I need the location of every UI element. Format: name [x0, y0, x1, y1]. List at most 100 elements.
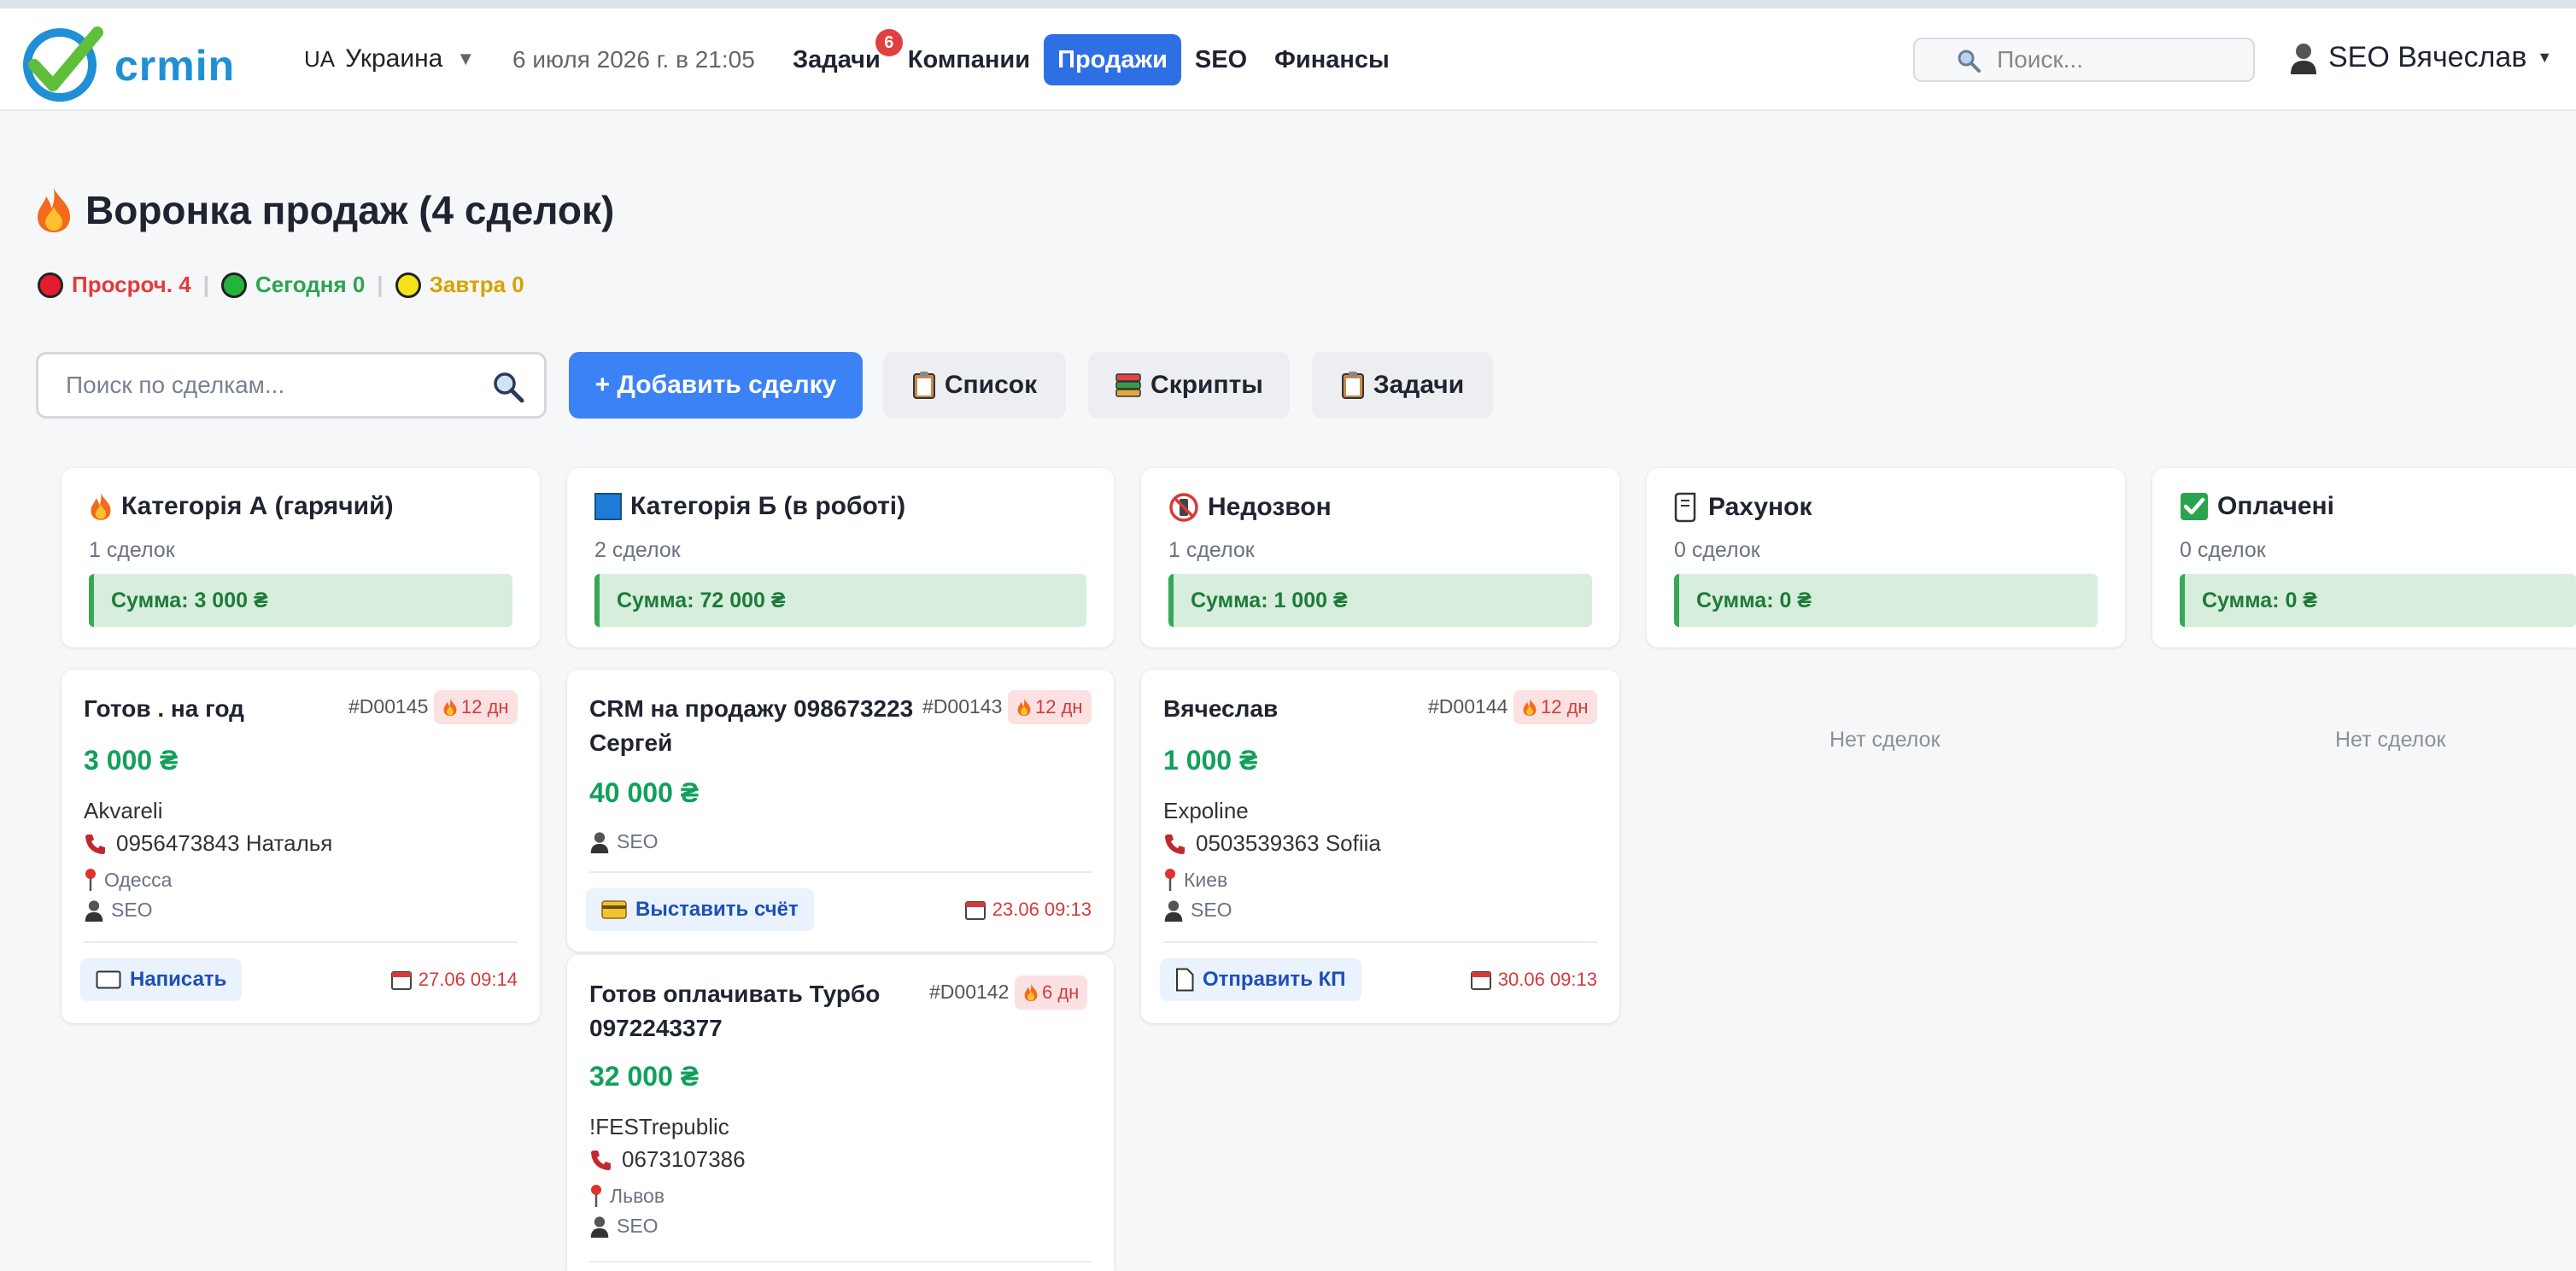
- column-title-text: Недозвон: [1208, 493, 1332, 521]
- deal-stats: Просроч. 4 | Сегодня 0 | Завтра 0: [38, 272, 524, 298]
- deal-card-d00143[interactable]: CRM на продажу 098673223 Сергей #D00143 …: [567, 670, 1114, 952]
- empty-column-message: Нет сделок: [1830, 728, 1941, 752]
- deal-company: Akvareli: [84, 798, 163, 823]
- phone-icon: [591, 1150, 611, 1170]
- nav-finance[interactable]: Финансы: [1261, 34, 1403, 85]
- user-name: SEO Вячеслав: [2328, 41, 2527, 73]
- stat-tomorrow[interactable]: Завтра 0: [395, 272, 524, 298]
- stat-overdue[interactable]: Просроч. 4: [38, 272, 191, 298]
- yellow-circle-icon: [395, 272, 421, 298]
- scroll-icon: [1674, 492, 1696, 523]
- fire-icon: [38, 188, 70, 232]
- phone-icon: [1165, 834, 1185, 854]
- region-name: Украина: [345, 44, 443, 73]
- deal-company: Expoline: [1163, 798, 1249, 823]
- deal-owner: SEO: [1163, 899, 1232, 922]
- clipboard-icon: [1341, 372, 1364, 399]
- user-icon: [1164, 899, 1183, 922]
- deal-owner-text: SEO: [617, 1215, 659, 1237]
- credit-card-icon: [601, 900, 627, 919]
- deal-age-text: 12 дн: [1035, 696, 1083, 718]
- calendar-icon: [390, 971, 412, 990]
- issue-invoice-button[interactable]: Выставить счёт: [586, 888, 814, 931]
- phone-icon: [85, 834, 105, 854]
- column-count: 2 сделок: [594, 538, 681, 562]
- deal-owner: SEO: [589, 830, 659, 853]
- action-label: Отправить КП: [1203, 968, 1346, 991]
- deal-city-text: Одесса: [104, 868, 173, 891]
- user-avatar-icon: [2291, 43, 2316, 74]
- region-code: UA: [304, 45, 336, 72]
- deal-due-date: 27.06 09:14: [390, 969, 518, 991]
- send-offer-button[interactable]: Отправить КП: [1160, 958, 1361, 1001]
- divider: [589, 1261, 1092, 1262]
- column-count: 0 сделок: [1674, 538, 1760, 562]
- deal-search-placeholder: Поиск по сделкам...: [66, 372, 285, 398]
- column-sum: Сумма: 72 000 ₴: [594, 574, 1086, 627]
- column-title-text: Рахунок: [1708, 493, 1812, 521]
- deal-city: Одесса: [84, 868, 172, 892]
- nav-tasks-label: Задачи: [793, 45, 881, 73]
- column-count: 1 сделок: [89, 538, 175, 562]
- deal-owner: SEO: [589, 1215, 659, 1238]
- document-icon: [1176, 968, 1194, 992]
- nav-sales[interactable]: Продажи: [1044, 34, 1181, 85]
- divider: |: [202, 272, 209, 297]
- deal-title: Готов . на год: [84, 695, 244, 722]
- column-title: Недозвон: [1168, 492, 1332, 523]
- action-label: Выставить счёт: [635, 898, 799, 921]
- deal-amount: 32 000 ₴: [589, 1061, 700, 1092]
- top-navigation-bar: crmin UA Украина ▼ 6 июля 2026 г. в 21:0…: [0, 9, 2576, 111]
- divider: [1163, 941, 1597, 943]
- books-icon: [1115, 373, 1141, 397]
- search-icon: [494, 372, 524, 403]
- write-message-button[interactable]: Написать: [80, 958, 243, 1001]
- scripts-label: Скрипты: [1150, 371, 1263, 399]
- deal-owner-text: SEO: [111, 899, 153, 921]
- fire-icon: [1017, 698, 1031, 717]
- deal-phone[interactable]: 0673107386: [589, 1146, 746, 1173]
- deal-card-d00144[interactable]: Вячеслав #D00144 12 дн 1 000 ₴ Expoline …: [1141, 670, 1619, 1023]
- deal-phone[interactable]: 0956473843 Наталья: [84, 830, 332, 857]
- column-sum: Сумма: 0 ₴: [2180, 574, 2576, 627]
- region-selector[interactable]: UA Украина ▼: [304, 44, 475, 73]
- nav-companies[interactable]: Компании: [894, 34, 1044, 85]
- deal-owner: SEO: [84, 899, 153, 922]
- list-view-button[interactable]: Список: [883, 352, 1066, 419]
- nav-seo-label: SEO: [1194, 45, 1248, 73]
- deal-card-d00142[interactable]: Готов оплачивать Турбо 0972243377 #D0014…: [567, 955, 1114, 1271]
- scripts-button[interactable]: Скрипты: [1088, 352, 1290, 419]
- nav-seo[interactable]: SEO: [1181, 34, 1261, 85]
- add-deal-button[interactable]: + Добавить сделку: [569, 352, 863, 419]
- deal-age-text: 6 дн: [1042, 981, 1080, 1003]
- deal-city-text: Киев: [1184, 868, 1228, 891]
- deal-age-badge: 12 дн: [1513, 690, 1597, 724]
- stat-today[interactable]: Сегодня 0: [220, 272, 365, 298]
- column-count: 1 сделок: [1168, 538, 1255, 562]
- deal-city: Киев: [1163, 868, 1227, 892]
- user-icon: [590, 831, 609, 853]
- deal-owner-text: SEO: [617, 830, 659, 852]
- deal-city-text: Львов: [610, 1184, 665, 1207]
- column-category-b: Категорія Б (в роботі) 2 сделок Сумма: 7…: [567, 468, 1114, 647]
- deal-age-badge: 12 дн: [434, 690, 518, 724]
- nav-sales-label: Продажи: [1057, 45, 1168, 73]
- divider: |: [377, 272, 383, 297]
- nav-tasks[interactable]: Задачи 6: [779, 29, 903, 85]
- column-no-answer: Недозвон 1 сделок Сумма: 1 000 ₴: [1141, 468, 1619, 647]
- fire-icon: [91, 493, 111, 520]
- deal-due-date: 23.06 09:13: [964, 899, 1092, 921]
- page-title: Воронка продаж (4 сделок): [34, 186, 614, 234]
- tasks-button[interactable]: Задачи: [1312, 352, 1493, 419]
- deal-search-input[interactable]: Поиск по сделкам...: [36, 352, 547, 419]
- deal-age-badge: 12 дн: [1008, 690, 1092, 724]
- global-search-input[interactable]: Поиск...: [1913, 38, 2255, 82]
- user-menu[interactable]: SEO Вячеслав ▼: [2289, 41, 2552, 74]
- deal-card-d00145[interactable]: Готов . на год #D00145 12 дн 3 000 ₴ Akv…: [61, 670, 540, 1023]
- deal-due-date-text: 27.06 09:14: [418, 969, 518, 990]
- deal-phone[interactable]: 0503539363 Sofiia: [1163, 830, 1381, 857]
- pin-icon: [1165, 869, 1175, 891]
- browser-top-strip: [0, 0, 2576, 9]
- deal-title: Готов оплачивать Турбо 0972243377: [589, 977, 880, 1046]
- crmin-logo[interactable]: crmin: [19, 22, 234, 104]
